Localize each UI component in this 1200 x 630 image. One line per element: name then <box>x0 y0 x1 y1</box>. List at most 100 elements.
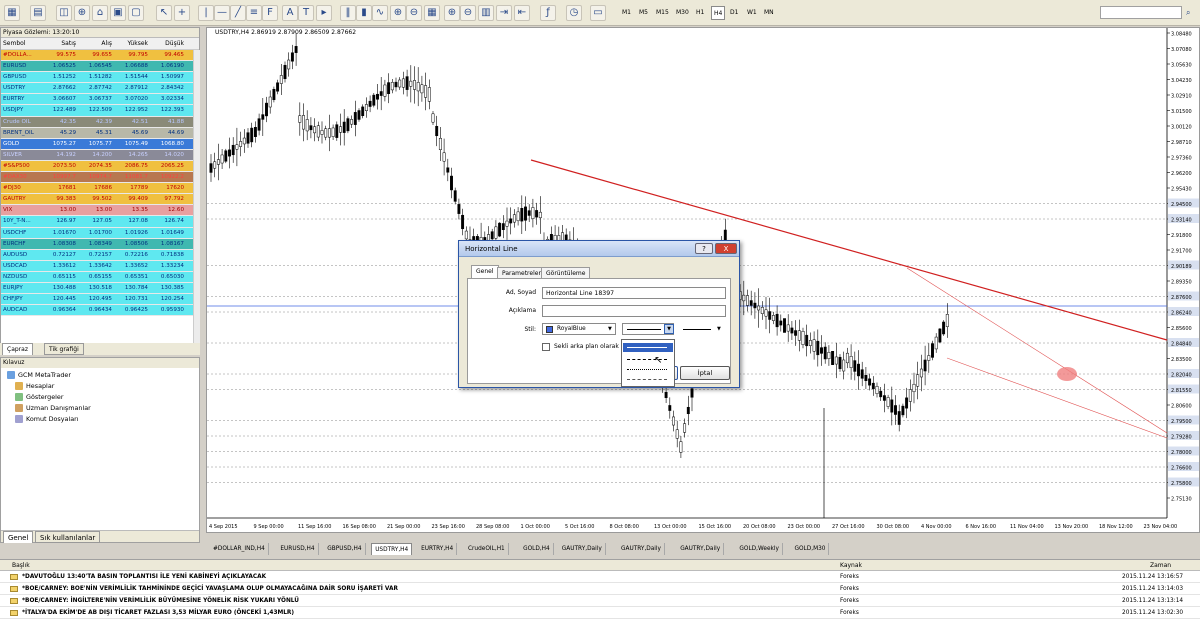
timeframe-m1[interactable]: M1 <box>620 6 633 20</box>
table-row[interactable]: #DAX30 10997.7 10974.7 11081.7 10922.2 <box>1 172 193 184</box>
zoom-in-icon-2[interactable]: ⊕ <box>444 5 460 21</box>
table-row[interactable]: USDTRY 2.87662 2.87742 2.87912 2.84342 <box>1 83 193 95</box>
style-option-solid[interactable] <box>623 343 673 352</box>
table-row[interactable]: SILVER 14.192 14.200 14.265 14.020 <box>1 149 193 161</box>
table-row[interactable]: CHFJPY 120.445 120.495 120.731 120.254 <box>1 294 193 306</box>
zoom-out-icon-2[interactable]: ⊖ <box>460 5 476 21</box>
candle-chart-icon[interactable]: ▮ <box>356 5 372 21</box>
fibonacci-icon[interactable]: F <box>262 5 278 21</box>
close-button[interactable]: X <box>715 243 737 254</box>
bar-chart-icon[interactable]: ‖ <box>340 5 356 21</box>
table-row[interactable]: EURUSD 1.06525 1.06545 1.06688 1.06190 <box>1 61 193 73</box>
table-row[interactable]: VIX 13.00 13.00 13.35 12.60 <box>1 205 193 217</box>
chart-tab[interactable]: GOLD,Weekly <box>736 543 783 555</box>
chart-tab[interactable]: CrudeOIL,H1 <box>465 543 509 555</box>
zoom-out-icon[interactable]: ⊖ <box>406 5 422 21</box>
table-row[interactable]: BRENT_OIL 45.29 45.31 45.69 44.69 <box>1 127 193 139</box>
market-watch-scrollbar[interactable] <box>193 50 200 350</box>
news-row[interactable]: *İTALYA'DA EKİM'DE AB DIŞI TİCARET FAZLA… <box>0 607 1200 619</box>
indicators-icon[interactable]: ƒ <box>540 5 556 21</box>
table-row[interactable]: EURTRY 3.06607 3.06737 3.07020 3.02334 <box>1 94 193 106</box>
table-row[interactable]: USDCAD 1.33612 1.33642 1.33652 1.33234 <box>1 260 193 272</box>
chart-tab[interactable]: EURTRY,H4 <box>418 543 458 555</box>
table-row[interactable]: #DJ30 17681 17686 17789 17620 <box>1 183 193 195</box>
style-option-dashdot[interactable] <box>627 379 667 380</box>
nav-accounts[interactable]: Hesaplar <box>15 381 54 391</box>
timeframe-d1[interactable]: D1 <box>728 6 740 20</box>
chart-tab[interactable]: GOLD,H4 <box>520 543 554 555</box>
tile-icon[interactable]: ▥ <box>478 5 494 21</box>
timeframe-mn[interactable]: MN <box>762 6 776 20</box>
line-style-dropdown[interactable] <box>621 339 675 387</box>
news-row[interactable]: *BOE/CARNEY: BOE'NİN VERİMLİLİK TAHMİNİN… <box>0 583 1200 595</box>
crosshair-icon[interactable]: + <box>174 5 190 21</box>
timeframe-m5[interactable]: M5 <box>637 6 650 20</box>
help-button[interactable]: ? <box>695 243 713 254</box>
cursor-icon[interactable]: ↖ <box>156 5 172 21</box>
table-row[interactable]: #S&P500 2073.50 2074.35 2086.75 2065.25 <box>1 160 193 173</box>
nav-expert-advisors[interactable]: Uzman Danışmanlar <box>15 403 91 413</box>
line-width-select[interactable]: ▼ <box>678 323 726 335</box>
col-title[interactable]: Başlık <box>12 560 30 571</box>
table-row[interactable]: GAUTRY 99.383 99.502 99.409 97.792 <box>1 194 193 206</box>
table-row[interactable]: AUDCAD 0.96364 0.96434 0.96425 0.95930 <box>1 305 193 317</box>
text-icon[interactable]: A <box>282 5 298 21</box>
col-symbol[interactable]: Sembol <box>1 38 43 49</box>
chart-shift-icon[interactable]: ⇤ <box>514 5 530 21</box>
data-window-icon[interactable]: ⊕ <box>74 5 90 21</box>
chart-tab[interactable]: USDTRY,H4 <box>371 543 413 555</box>
table-row[interactable]: GOLD 1075.27 1075.77 1075.49 1068.80 <box>1 138 193 150</box>
market-watch-icon[interactable]: ◫ <box>56 5 72 21</box>
line-chart-icon[interactable]: ∿ <box>372 5 388 21</box>
news-row[interactable]: *DAVUTOĞLU 13:40'TA BASIN TOPLANTISI İLE… <box>0 571 1200 583</box>
nav-root[interactable]: GCM MetaTrader <box>7 370 71 380</box>
line-style-select[interactable]: ▼ <box>622 323 674 335</box>
templates-icon[interactable]: ▭ <box>590 5 606 21</box>
profiles-icon[interactable]: ▤ <box>30 5 46 21</box>
arrows-icon[interactable]: ▸ <box>316 5 332 21</box>
horizontal-line-icon[interactable]: — <box>214 5 230 21</box>
terminal-icon[interactable]: ▣ <box>110 5 126 21</box>
tab-favorites[interactable]: Sık kullanılanlar <box>35 531 101 543</box>
table-row[interactable]: USDCHF 1.01670 1.01700 1.01926 1.01649 <box>1 227 193 239</box>
strategy-tester-icon[interactable]: ▢ <box>128 5 144 21</box>
table-row[interactable]: Crude OIL 42.35 42.39 42.51 41.88 <box>1 116 193 128</box>
chart-tab[interactable]: GOLD,M30 <box>792 543 830 555</box>
label-icon[interactable]: T <box>298 5 314 21</box>
table-row[interactable]: EURJPY 130.488 130.518 130.784 130.385 <box>1 282 193 295</box>
chart-tab[interactable]: #DOLLAR_IND,H4 <box>210 543 269 555</box>
chart-tab[interactable]: GAUTRY,Daily <box>559 543 606 555</box>
tab-general[interactable]: Genel <box>3 531 34 543</box>
chart-tab[interactable]: GBPUSD,H4 <box>324 543 366 555</box>
col-ask[interactable]: Alış <box>79 38 115 49</box>
chart-tab[interactable]: GAUTRY,Daily <box>677 543 725 555</box>
name-input[interactable]: Horizontal Line 18397 <box>542 287 726 299</box>
table-row[interactable]: #DOLLA... 99.575 99.655 99.795 99.465 <box>1 50 193 62</box>
col-source[interactable]: Kaynak <box>840 560 862 571</box>
navigator-icon[interactable]: ⌂ <box>92 5 108 21</box>
news-row[interactable]: *BOE/CARNEY: İNGİLTERE'NİN VERİMLİLİK BÜ… <box>0 595 1200 607</box>
timeframe-w1[interactable]: W1 <box>745 6 759 20</box>
timeframe-h4[interactable]: H4 <box>711 6 726 20</box>
cancel-button[interactable]: İptal <box>680 366 730 380</box>
table-row[interactable]: GBPUSD 1.51252 1.51282 1.51544 1.50997 <box>1 72 193 84</box>
description-input[interactable] <box>542 305 726 317</box>
col-time[interactable]: Zaman <box>1150 560 1171 571</box>
table-row[interactable]: 10Y_T-N... 126.97 127.05 127.08 126.74 <box>1 216 193 228</box>
nav-indicators[interactable]: Göstergeler <box>15 392 63 402</box>
chart-tab[interactable]: GAUTRY,Daily <box>618 543 665 555</box>
trendline-icon[interactable]: ╱ <box>230 5 246 21</box>
periods-icon[interactable]: ◷ <box>566 5 582 21</box>
search-input[interactable] <box>1100 6 1182 19</box>
new-chart-icon[interactable]: ▦ <box>4 5 20 21</box>
search-icon[interactable]: ⌕ <box>1186 8 1190 18</box>
col-high[interactable]: Yüksek <box>115 38 151 49</box>
color-select[interactable]: RoyalBlue ▼ <box>542 323 616 335</box>
table-row[interactable]: EURCHF 1.08308 1.08349 1.08506 1.08167 <box>1 238 193 250</box>
table-row[interactable]: USDJPY 122.489 122.509 122.952 122.393 <box>1 105 193 117</box>
tab-tick-chart[interactable]: Tik grafiği <box>44 343 84 355</box>
tab-symbols[interactable]: Çapraz <box>2 343 33 355</box>
col-low[interactable]: Düşük <box>151 38 187 49</box>
col-bid[interactable]: Satış <box>43 38 79 49</box>
channel-icon[interactable]: ≡ <box>246 5 262 21</box>
